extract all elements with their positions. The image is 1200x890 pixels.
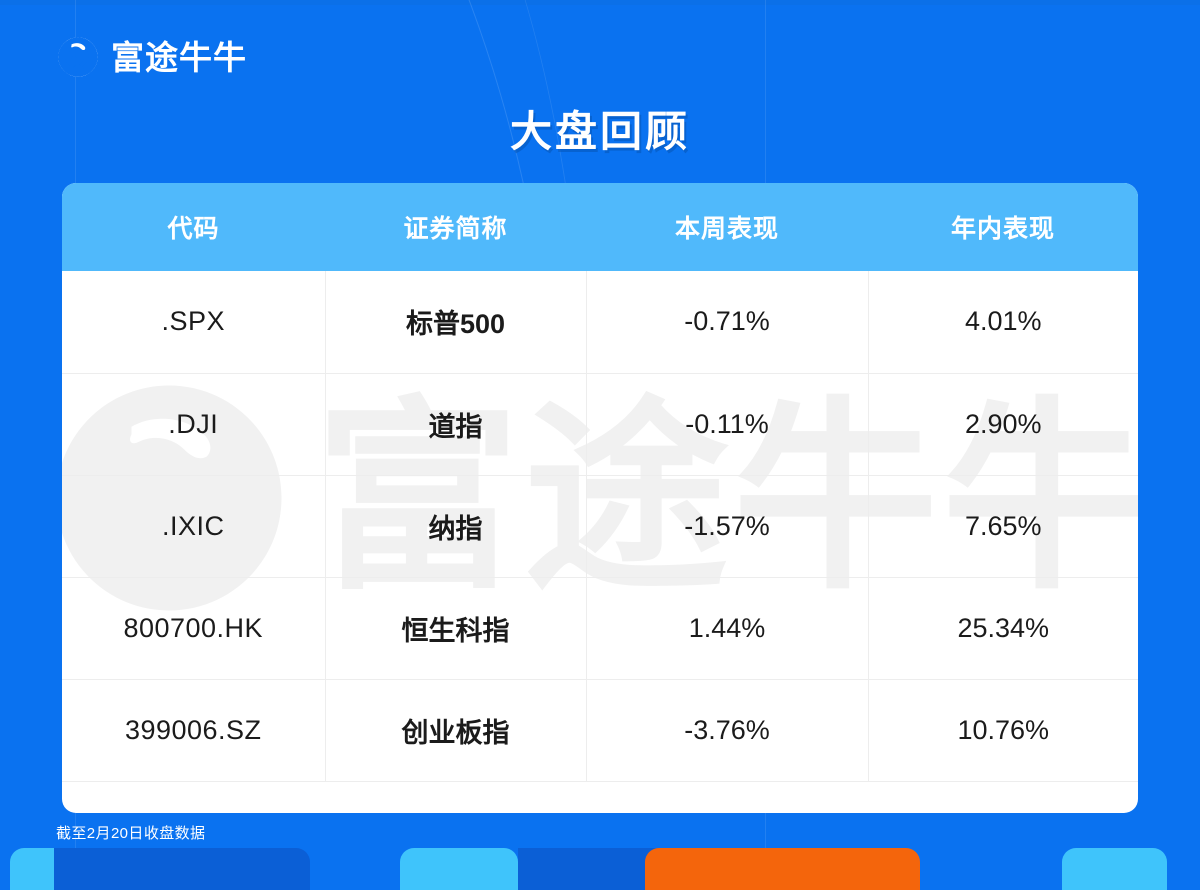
cell-name: 纳指 — [325, 475, 587, 578]
column-header-ytd-perf: 年内表现 — [868, 183, 1138, 271]
cell-week-performance: -0.11% — [586, 373, 869, 476]
cell-ytd-performance: 7.65% — [868, 475, 1138, 578]
cell-week-performance: 1.44% — [586, 577, 869, 680]
cell-code: 800700.HK — [62, 577, 326, 680]
brand-logo: 富途牛牛 — [57, 36, 247, 78]
column-header-name: 证券简称 — [325, 183, 586, 271]
bottom-deco-shape-highlight — [645, 848, 920, 890]
cell-code: .SPX — [62, 271, 326, 374]
table-header: 代码 证券简称 本周表现 年内表现 — [62, 183, 1138, 271]
page-title: 大盘回顾 — [509, 108, 690, 155]
table-row: .IXIC 纳指 -1.57% 7.65% — [62, 475, 1138, 578]
cell-week-performance: -1.57% — [586, 475, 869, 578]
table-body: .SPX 标普500 -0.71% 4.01% .DJI 道指 -0.11% 2… — [62, 271, 1138, 782]
data-footnote: 截至2月20日收盘数据 — [56, 825, 206, 842]
futu-bull-logo-icon — [57, 36, 99, 78]
cell-ytd-performance: 10.76% — [868, 679, 1138, 782]
cell-name: 标普500 — [325, 271, 587, 374]
brand-name: 富途牛牛 — [111, 38, 247, 76]
table-header-row: 代码 证券简称 本周表现 年内表现 — [62, 183, 1138, 271]
cell-ytd-performance: 4.01% — [868, 271, 1138, 374]
column-header-code: 代码 — [62, 183, 325, 271]
cell-ytd-performance: 2.90% — [868, 373, 1138, 476]
bottom-decoration-bar — [0, 848, 1200, 890]
bottom-deco-shape — [10, 848, 310, 890]
cell-code: 399006.SZ — [62, 679, 326, 782]
market-index-table: 代码 证券简称 本周表现 年内表现 .SPX 标普500 -0.71% 4.01… — [62, 183, 1138, 782]
cell-ytd-performance: 25.34% — [868, 577, 1138, 680]
table-row: .SPX 标普500 -0.71% 4.01% — [62, 271, 1138, 374]
bottom-deco-shape — [10, 848, 54, 890]
bottom-deco-shape — [1062, 848, 1167, 890]
market-review-card: 富途牛牛 代码 证券简称 本周表现 年内表现 .SPX 标普500 -0.71% — [62, 183, 1138, 813]
cell-name: 道指 — [325, 373, 587, 476]
cell-name: 创业板指 — [325, 679, 587, 782]
table-row: .DJI 道指 -0.11% 2.90% — [62, 373, 1138, 476]
table-row: 800700.HK 恒生科指 1.44% 25.34% — [62, 577, 1138, 680]
cell-name: 恒生科指 — [325, 577, 587, 680]
table-row: 399006.SZ 创业板指 -3.76% 10.76% — [62, 679, 1138, 782]
poster-root: 富途牛牛 大盘回顾 富途牛牛 代码 证券简称 本周表现 年内表现 .SPX 标普… — [0, 0, 1200, 890]
background-top-strip — [0, 0, 1200, 5]
cell-code: .IXIC — [62, 475, 326, 578]
cell-week-performance: -0.71% — [586, 271, 869, 374]
bottom-deco-shape — [400, 848, 518, 890]
cell-week-performance: -3.76% — [586, 679, 869, 782]
column-header-week-perf: 本周表现 — [586, 183, 868, 271]
cell-code: .DJI — [62, 373, 326, 476]
